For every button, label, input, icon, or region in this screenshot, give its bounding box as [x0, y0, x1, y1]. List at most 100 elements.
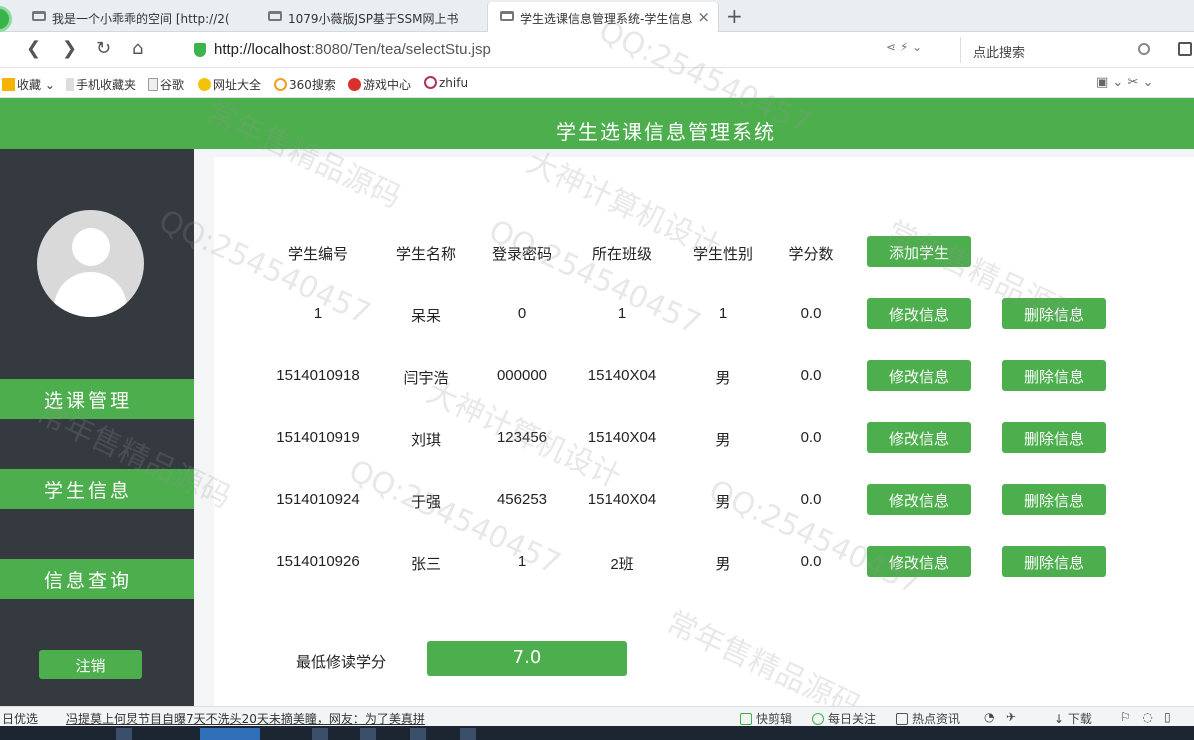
bookmark-360[interactable]: 360搜索	[274, 76, 336, 93]
daily-focus-button[interactable]: 每日关注	[812, 710, 876, 727]
url-path: :8080/Ten/tea/selectStu.jsp	[310, 41, 491, 58]
delete-student-button[interactable]: 删除信息	[1002, 298, 1106, 329]
tab-page-icon	[268, 11, 282, 21]
taskbar-app-icon[interactable]	[410, 728, 426, 740]
game-icon	[348, 78, 361, 91]
table-cell-id: 1514010926	[276, 553, 360, 570]
taskbar-app-icon[interactable]	[360, 728, 376, 740]
main-content: 学生编号 学生名称 登录密码 所在班级 学生性别 学分数 添加学生 1 呆呆 0…	[194, 149, 1194, 706]
address-bar[interactable]: http://localhost:8080/Ten/tea/selectStu.…	[190, 37, 950, 63]
bookmark-sites[interactable]: 网址大全	[198, 76, 261, 93]
status-item-label: 热点资讯	[912, 712, 961, 726]
quick-edit-button[interactable]: 快剪辑	[740, 710, 792, 727]
delete-student-button[interactable]: 删除信息	[1002, 546, 1106, 577]
table-cell-password: 456253	[496, 491, 548, 508]
table-cell-password: 000000	[496, 367, 548, 384]
hot-news-button[interactable]: 热点资讯	[896, 710, 960, 727]
home-icon[interactable]: ⌂	[132, 38, 143, 59]
delete-student-button[interactable]: 删除信息	[1002, 360, 1106, 391]
news-icon	[896, 713, 908, 725]
video-icon	[740, 713, 752, 725]
bookmark-label: zhifu	[439, 76, 469, 90]
table-cell-credits: 0.0	[800, 367, 822, 384]
table-cell-credits: 0.0	[800, 429, 822, 446]
edit-student-button[interactable]: 修改信息	[867, 360, 971, 391]
edit-student-button[interactable]: 修改信息	[867, 546, 971, 577]
bookmark-favorites[interactable]: 收藏 ⌄	[2, 76, 55, 93]
min-credit-value[interactable]: 7.0	[427, 641, 627, 676]
search-box[interactable]: 点此搜索	[960, 37, 1160, 63]
tab-page-icon	[32, 11, 46, 21]
edit-student-button[interactable]: 修改信息	[867, 422, 971, 453]
delete-student-button[interactable]: 删除信息	[1002, 484, 1106, 515]
bookmark-zhifu[interactable]: zhifu	[424, 76, 468, 90]
avatar-head-icon	[72, 228, 110, 266]
add-student-button[interactable]: 添加学生	[867, 236, 971, 267]
sidebar-item-student-info[interactable]: 学生信息	[0, 469, 194, 509]
speed-icon[interactable]: ◔ ✈	[984, 710, 1016, 724]
delete-student-button[interactable]: 删除信息	[1002, 422, 1106, 453]
bookmark-games[interactable]: 游戏中心	[348, 76, 411, 93]
header-class: 所在班级	[591, 246, 652, 263]
reload-icon[interactable]: ↻	[96, 38, 111, 59]
table-cell-id: 1	[313, 305, 323, 322]
status-tools-icon[interactable]: ⚐ ◌ ▯	[1120, 710, 1171, 724]
bookmark-mobile[interactable]: 手机收藏夹	[66, 76, 136, 93]
page-header: 学生选课信息管理系统	[0, 98, 1194, 149]
table-cell-gender: 男	[715, 370, 731, 387]
table-cell-credits: 0.0	[800, 553, 822, 570]
menu-icon[interactable]	[1178, 42, 1192, 56]
table-cell-class: 2班	[610, 556, 634, 573]
status-left-label[interactable]: 日优选	[2, 710, 38, 727]
back-icon[interactable]: ❮	[26, 38, 41, 59]
tab-label: 我是一个小乖乖的空间 [http://2(	[52, 12, 230, 26]
news-ticker-link[interactable]: 冯提莫上何炅节目自曝7天不洗头20天未摘美瞳，网友：为了美真拼	[66, 710, 425, 727]
page-title: 学生选课信息管理系统	[556, 120, 776, 144]
table-cell-password: 1	[517, 553, 527, 570]
table-cell-name: 闫宇浩	[403, 370, 449, 387]
student-table-card: 学生编号 学生名称 登录密码 所在班级 学生性别 学分数 添加学生 1 呆呆 0…	[214, 157, 1194, 706]
edit-student-button[interactable]: 修改信息	[867, 484, 971, 515]
sidebar-item-info-query[interactable]: 信息查询	[0, 559, 194, 599]
url-host: http://localhost	[214, 41, 311, 58]
browser-tab-1[interactable]: 我是一个小乖乖的空间 [http://2(	[20, 2, 256, 32]
table-cell-class: 15140X04	[587, 491, 657, 508]
table-cell-credits: 0.0	[800, 491, 822, 508]
forward-icon[interactable]: ❯	[62, 38, 77, 59]
tab-page-icon	[500, 11, 514, 21]
sidebar-item-course-management[interactable]: 选课管理	[0, 379, 194, 419]
table-cell-password: 0	[517, 305, 527, 322]
bookmark-label: 谷歌	[160, 78, 185, 92]
edit-student-button[interactable]: 修改信息	[867, 298, 971, 329]
min-credit-label: 最低修读学分	[296, 653, 387, 671]
bookmark-label: 网址大全	[213, 78, 262, 92]
search-input[interactable]: 点此搜索	[973, 42, 1025, 61]
search-icon[interactable]	[1138, 43, 1150, 55]
table-cell-class: 1	[617, 305, 627, 322]
url-text[interactable]: http://localhost:8080/Ten/tea/selectStu.…	[214, 41, 491, 58]
taskbar-app-icon[interactable]	[116, 728, 132, 740]
table-cell-name: 张三	[410, 556, 441, 573]
new-tab-button[interactable]: +	[726, 4, 743, 28]
extension-icon[interactable]: ▣ ⌄ ✂ ⌄	[1096, 75, 1153, 90]
share-icon[interactable]: ⋖ ⚡ ⌄	[886, 40, 922, 54]
browser-tab-2[interactable]: 1079小薇版JSP基于SSM网上书	[256, 2, 486, 32]
tab-label: 学生选课信息管理系统-学生信息	[520, 12, 693, 26]
download-button[interactable]: ↓ 下载	[1054, 710, 1092, 727]
browser-tab-active[interactable]: 学生选课信息管理系统-学生信息 ×	[487, 2, 719, 32]
360-icon	[274, 78, 287, 91]
status-item-label: 快剪辑	[756, 712, 793, 726]
table-cell-gender: 男	[715, 556, 731, 573]
taskbar-app-icon[interactable]	[312, 728, 328, 740]
browser-status-bar: 日优选 冯提莫上何炅节目自曝7天不洗头20天未摘美瞳，网友：为了美真拼 快剪辑 …	[0, 706, 1194, 726]
taskbar-app-icon[interactable]	[200, 728, 260, 740]
bookmark-google[interactable]: 谷歌	[148, 76, 184, 93]
table-cell-name: 于强	[410, 494, 441, 511]
table-cell-id: 1514010919	[276, 429, 360, 446]
play-icon	[812, 713, 824, 725]
logout-button[interactable]: 注销	[39, 650, 142, 679]
taskbar-app-icon[interactable]	[460, 728, 476, 740]
close-icon[interactable]: ×	[697, 8, 710, 26]
avatar-body-icon	[54, 272, 127, 317]
browser-nav-bar: ❮ ❯ ↻ ⌂ http://localhost:8080/Ten/tea/se…	[0, 32, 1194, 68]
